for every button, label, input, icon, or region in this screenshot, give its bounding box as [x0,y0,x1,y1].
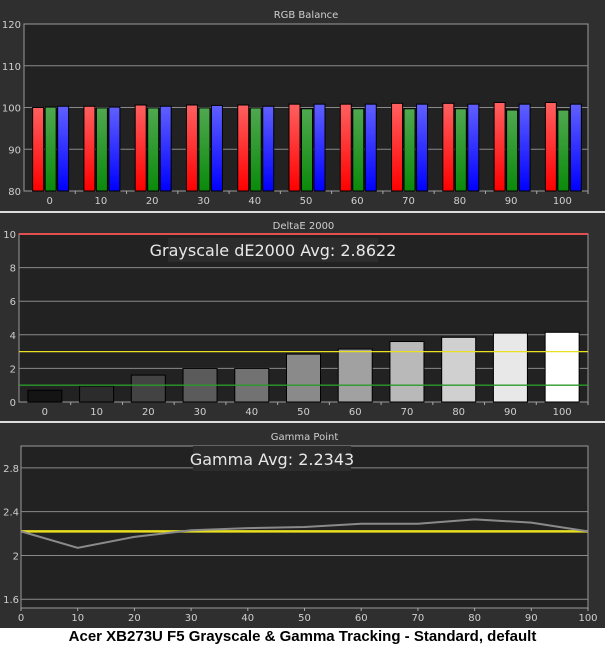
rgb-chart-title: RGB Balance [274,10,339,21]
gamma-average-label: Gamma Avg: 2.2343 [190,450,354,469]
y-tick-label: 110 [2,62,21,73]
green-bar [44,106,57,192]
y-tick-label: 2 [13,551,19,562]
x-tick-label: 70 [412,613,425,624]
x-tick-label: 0 [18,613,24,624]
x-tick-label: 50 [297,407,310,418]
blue-bar [159,105,172,192]
x-tick-label: 90 [504,407,517,418]
red-bar [544,101,557,192]
deltae-average-label: Grayscale dE2000 Avg: 2.8622 [150,241,397,260]
x-tick-label: 0 [46,196,52,207]
x-tick-label: 10 [95,196,108,207]
x-tick-label: 100 [553,407,572,418]
panel-divider [0,421,605,423]
green-bar [147,107,160,192]
y-tick-label: 2.8 [3,464,19,475]
x-tick-label: 20 [142,407,155,418]
x-tick-label: 100 [553,196,572,207]
blue-bar [57,105,70,192]
y-tick-label: 120 [2,20,21,31]
blue-bar [262,105,275,192]
deltae-bar [337,348,373,403]
y-tick-label: 0 [10,398,16,409]
x-tick-label: 70 [401,407,414,418]
red-bar [339,103,352,192]
x-tick-label: 60 [355,613,368,624]
deltae-bar [286,353,321,403]
green-bar [95,107,108,192]
y-tick-label: 2.4 [3,508,19,519]
x-tick-label: 30 [197,196,210,207]
x-tick-label: 50 [298,613,311,624]
deltae-chart-title: DeltaE 2000 [273,221,335,232]
x-tick-label: 80 [468,613,481,624]
red-bar [185,104,198,192]
x-tick-label: 30 [194,407,207,418]
y-tick-label: 90 [8,145,21,156]
y-tick-label: 6 [10,297,16,308]
deltae-bar [130,374,166,403]
green-bar [454,108,467,192]
blue-bar [416,103,429,192]
x-tick-label: 60 [351,196,364,207]
x-tick-label: 20 [146,196,159,207]
chart-caption: Acer XB273U F5 Grayscale & Gamma Trackin… [68,628,537,645]
green-bar [403,108,416,192]
deltae-bar [389,341,425,403]
x-tick-label: 0 [42,407,48,418]
x-tick-label: 100 [578,613,597,624]
x-tick-label: 50 [300,196,313,207]
y-tick-label: 100 [2,104,21,115]
x-tick-label: 40 [245,407,258,418]
x-tick-label: 60 [349,407,362,418]
deltae-bar [492,332,528,403]
x-tick-label: 80 [453,196,466,207]
deltae-bar [441,336,477,403]
red-bar [83,105,96,192]
panel-divider [0,211,605,213]
x-tick-label: 40 [248,196,261,207]
green-bar [352,108,365,192]
blue-bar [569,103,582,192]
x-tick-label: 80 [452,407,465,418]
green-bar [301,108,313,192]
red-bar [493,101,506,192]
green-bar [506,109,519,192]
blue-bar [313,103,326,192]
blue-bar [364,103,377,192]
y-tick-label: 10 [3,230,16,241]
y-tick-label: 1.6 [3,595,19,606]
red-bar [134,104,147,192]
calibration-charts: RGB Balance80901001101200 10 20 30 40 50 60 70 8… [0,0,605,628]
green-bar [249,107,262,192]
gamma-chart-title: Gamma Point [271,432,339,443]
y-tick-label: 2 [10,364,16,375]
deltae-bar [79,385,115,403]
blue-bar [518,103,531,192]
x-tick-label: 10 [71,613,84,624]
x-tick-label: 90 [525,613,538,624]
deltae-bar [27,389,63,403]
green-bar [557,109,570,192]
x-tick-label: 20 [128,613,141,624]
red-bar [391,102,404,192]
x-tick-label: 30 [185,613,198,624]
green-bar [198,107,211,192]
deltae-bar [544,331,580,403]
y-tick-label: 8 [10,264,16,275]
blue-bar [210,104,223,192]
blue-bar [108,106,121,192]
x-tick-label: 70 [402,196,415,207]
y-tick-label: 4 [10,331,16,342]
red-bar [32,107,45,192]
red-bar [288,103,301,192]
x-tick-label: 90 [505,196,518,207]
x-tick-label: 10 [90,407,103,418]
red-bar [442,102,455,192]
x-tick-label: 40 [241,613,254,624]
y-tick-label: 80 [8,187,21,198]
red-bar [237,104,250,192]
blue-bar [467,103,480,192]
